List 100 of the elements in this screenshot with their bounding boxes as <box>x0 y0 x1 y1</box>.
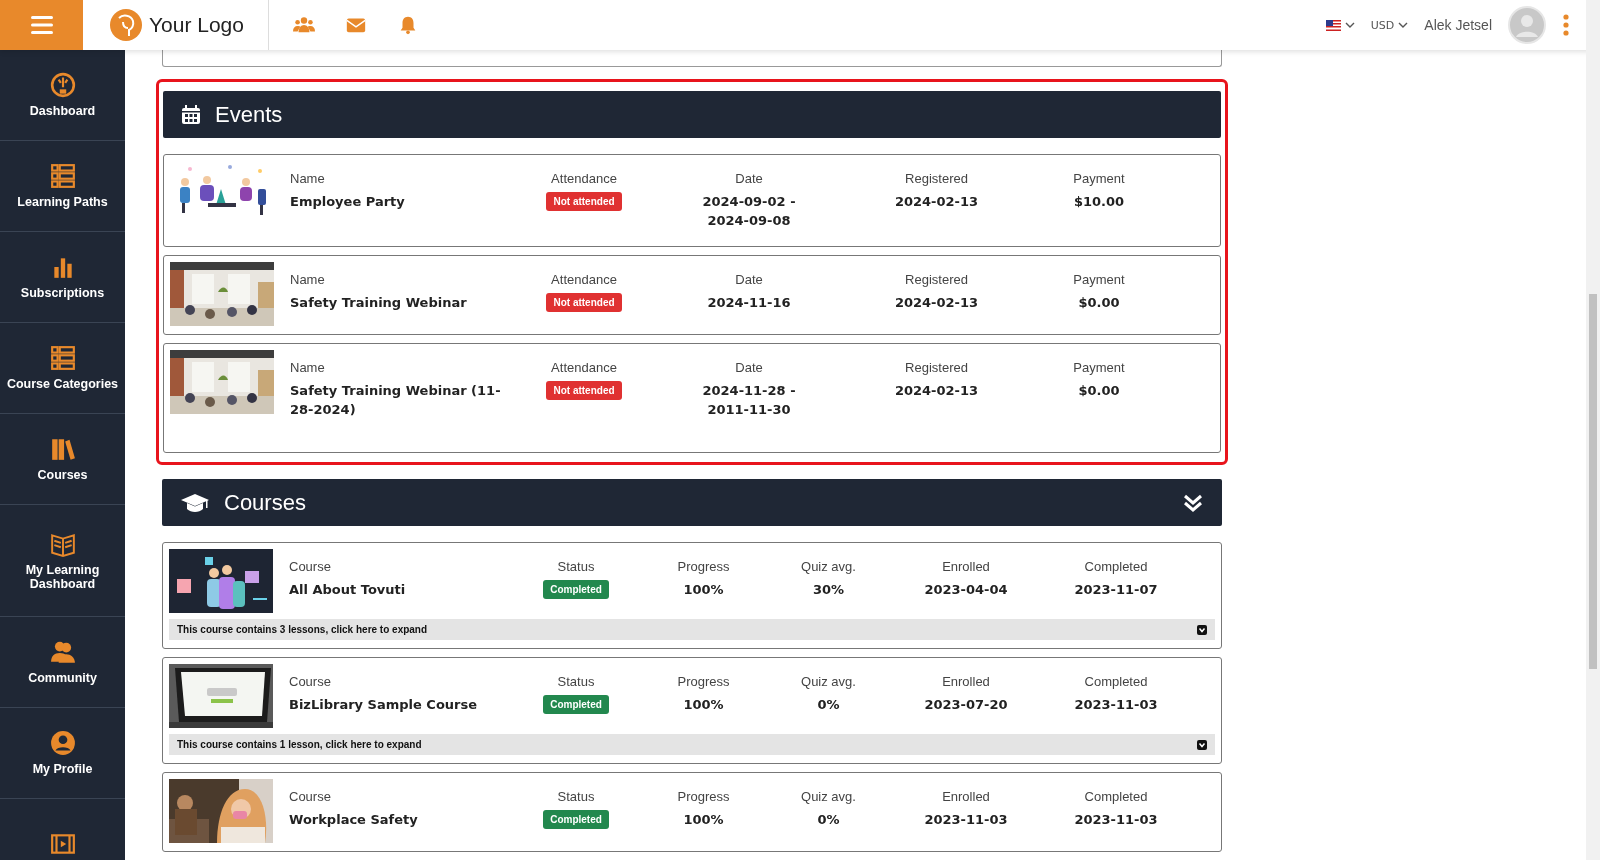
completed-date: 2023-11-03 <box>1074 696 1158 714</box>
field-label: Completed <box>1084 789 1148 804</box>
expand-lessons-bar[interactable]: This course contains 3 lessons, click here to expand <box>169 619 1215 640</box>
field-label: Enrolled <box>942 674 990 689</box>
calendar-icon <box>181 104 201 125</box>
field-label: Progress <box>677 789 730 804</box>
event-name: Employee Party <box>290 193 405 211</box>
quiz-average: 0% <box>817 811 840 829</box>
course-name: All About Tovuti <box>289 581 406 599</box>
section-title: Courses <box>224 489 306 516</box>
field-label: Course <box>289 789 331 804</box>
quiz-average: 30% <box>812 581 845 599</box>
people-icon[interactable] <box>293 15 315 35</box>
expand-lessons-bar[interactable]: This course contains 1 lesson, click here to expand <box>169 734 1215 755</box>
field-label: Payment <box>1073 272 1125 287</box>
sidebar-item[interactable]: Courses <box>0 414 125 505</box>
menu-button[interactable] <box>0 0 83 50</box>
field-label: Course <box>289 559 331 574</box>
scrollbar[interactable] <box>1586 0 1600 860</box>
sidebar-item[interactable]: Subscriptions <box>0 232 125 323</box>
sidebar-item[interactable]: Community <box>0 617 125 708</box>
event-date: 2024-11-28 - 2011-11-30 <box>701 382 797 419</box>
currency-dropdown[interactable]: USD <box>1370 18 1409 32</box>
field-label: Enrolled <box>942 559 990 574</box>
sidebar-item[interactable]: Learning Paths <box>0 141 125 232</box>
field-label: Completed <box>1084 559 1148 574</box>
progress-value: 100% <box>683 811 724 829</box>
user-icon <box>49 730 76 756</box>
enrolled-date: 2023-04-04 <box>924 581 1008 599</box>
list-icon <box>49 345 76 371</box>
status-badge: Completed <box>543 695 609 714</box>
event-date: 2024-11-16 <box>707 294 791 312</box>
people-icon <box>49 639 76 665</box>
field-label: Registered <box>905 360 968 375</box>
field-label: Quiz avg. <box>801 674 856 689</box>
sidebar-item[interactable]: My Learning Dashboard <box>0 505 125 617</box>
completed-date: 2023-11-07 <box>1074 581 1158 599</box>
field-label: Quiz avg. <box>801 559 856 574</box>
quiz-average: 0% <box>817 696 840 714</box>
event-date: 2024-09-02 - 2024-09-08 <box>701 193 797 230</box>
registered-date: 2024-02-13 <box>894 382 979 400</box>
chevron-down-icon <box>1398 22 1409 28</box>
field-label: Enrolled <box>942 789 990 804</box>
enrolled-date: 2023-07-20 <box>924 696 1008 714</box>
double-chevron-down-icon[interactable] <box>1182 492 1204 513</box>
list-icon <box>49 163 76 189</box>
payment-amount: $0.00 <box>1078 294 1120 312</box>
more-icon[interactable] <box>1562 14 1570 36</box>
field-label: Progress <box>677 674 730 689</box>
enrolled-date: 2023-11-03 <box>924 811 1008 829</box>
field-label: Date <box>735 360 763 375</box>
field-label: Date <box>735 171 763 186</box>
sidebar-item[interactable]: Course Categories <box>0 323 125 414</box>
status-badge: Completed <box>543 580 609 599</box>
status-badge: Not attended <box>546 381 622 400</box>
event-name: Safety Training Webinar <box>290 294 467 312</box>
progress-value: 100% <box>683 696 724 714</box>
field-label: Payment <box>1073 360 1125 375</box>
course-name: Workplace Safety <box>289 811 418 829</box>
course-name: BizLibrary Sample Course <box>289 696 478 714</box>
field-label: Date <box>735 272 763 287</box>
field-label: Name <box>290 272 325 287</box>
field-label: Registered <box>905 272 968 287</box>
logo-text: Your Logo <box>149 13 244 37</box>
field-label: Name <box>290 171 325 186</box>
chevron-down-icon <box>1344 22 1355 28</box>
field-label: Progress <box>677 559 730 574</box>
event-name: Safety Training Webinar (11-28-2024) <box>290 382 502 419</box>
field-label: Status <box>557 559 595 574</box>
registered-date: 2024-02-13 <box>894 294 979 312</box>
status-badge: Completed <box>543 810 609 829</box>
field-label: Attendance <box>551 360 617 375</box>
language-dropdown[interactable] <box>1325 19 1355 31</box>
books-icon <box>49 436 76 462</box>
user-name: Alek Jetsel <box>1424 17 1492 33</box>
gauge-icon <box>49 72 76 98</box>
sidebar-item[interactable]: Dashboard <box>0 50 125 141</box>
avatar-icon[interactable] <box>1508 6 1546 44</box>
film-icon <box>49 831 76 857</box>
section-title: Events <box>215 101 283 128</box>
completed-date: 2023-11-03 <box>1074 811 1158 829</box>
payment-amount: $0.00 <box>1078 382 1120 400</box>
field-label: Attendance <box>551 272 617 287</box>
field-label: Attendance <box>551 171 617 186</box>
chevron-down-icon <box>1197 624 1207 635</box>
chevron-down-icon <box>1197 739 1207 750</box>
payment-amount: $10.00 <box>1073 193 1125 211</box>
flag-icon <box>1325 19 1341 31</box>
field-label: Quiz avg. <box>801 789 856 804</box>
field-label: Course <box>289 674 331 689</box>
graduation-cap-icon <box>180 491 210 514</box>
progress-value: 100% <box>683 581 724 599</box>
registered-date: 2024-02-13 <box>894 193 979 211</box>
field-label: Payment <box>1073 171 1125 186</box>
status-badge: Not attended <box>546 293 622 312</box>
field-label: Status <box>557 674 595 689</box>
field-label: Completed <box>1084 674 1148 689</box>
field-label: Name <box>290 360 325 375</box>
sidebar-item[interactable]: My Profile <box>0 708 125 799</box>
status-badge: Not attended <box>546 192 622 211</box>
